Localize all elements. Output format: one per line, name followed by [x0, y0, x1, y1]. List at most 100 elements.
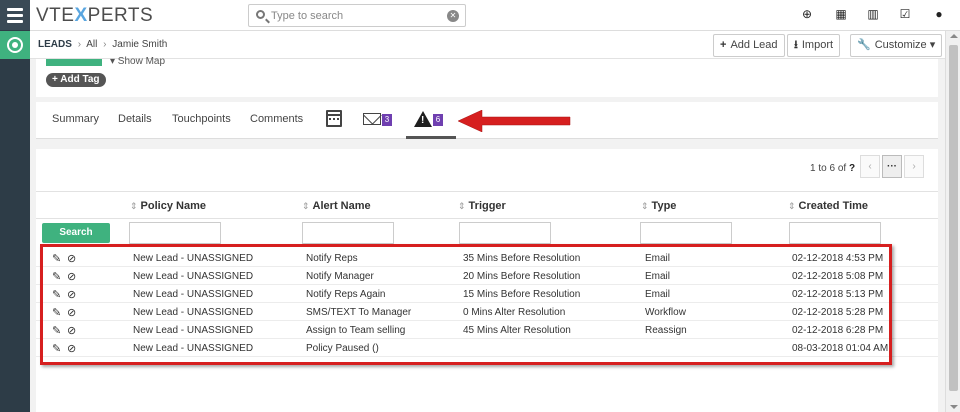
- tab-summary[interactable]: Summary: [52, 113, 99, 125]
- table-row[interactable]: ✎ ⊘ New Lead - UNASSIGNED Notify Manager…: [36, 267, 938, 285]
- pagination-info: 1 to 6 of ?: [810, 163, 856, 174]
- edit-pencil-icon[interactable]: ✎: [52, 288, 61, 301]
- page-scrollbar[interactable]: [945, 31, 960, 412]
- logo[interactable]: VTEXPERTS: [36, 5, 153, 27]
- tab-calendar-icon[interactable]: [326, 110, 342, 127]
- download-icon: ⭳: [794, 39, 798, 51]
- add-lead-button[interactable]: + Add Lead: [713, 34, 785, 57]
- breadcrumb-module[interactable]: LEADS: [38, 39, 72, 50]
- search-button[interactable]: Search: [42, 223, 110, 243]
- clear-search-icon[interactable]: ✕: [447, 10, 459, 22]
- cell-policy: New Lead - UNASSIGNED: [133, 325, 254, 336]
- attachment-icon[interactable]: ⊘: [67, 252, 76, 265]
- plus-icon: +: [720, 39, 727, 51]
- column-header-trigger[interactable]: ⇕ Trigger: [458, 200, 506, 212]
- checkbox-icon[interactable]: ☑: [898, 7, 912, 21]
- search-placeholder: Type to search: [271, 10, 344, 22]
- cell-type: Reassign: [645, 325, 687, 336]
- cell-alert: Policy Paused (): [306, 343, 379, 354]
- tab-mail-icon[interactable]: [363, 113, 381, 125]
- plus-circle-icon[interactable]: ⊕: [800, 7, 814, 21]
- cell-trigger: 35 Mins Before Resolution: [463, 253, 581, 264]
- edit-pencil-icon[interactable]: ✎: [52, 324, 61, 337]
- cell-policy: New Lead - UNASSIGNED: [133, 343, 254, 354]
- filter-type-select[interactable]: [640, 222, 732, 244]
- breadcrumb-all[interactable]: All: [86, 39, 97, 50]
- column-header-created-time[interactable]: ⇕ Created Time: [788, 200, 868, 212]
- bar-chart-icon[interactable]: ▥: [866, 7, 880, 21]
- breadcrumb-bar: LEADS › All › Jamie Smith + Add Lead ⭳ Imp…: [30, 31, 960, 59]
- cell-type: Workflow: [645, 307, 686, 318]
- cell-created: 02-12-2018 5:08 PM: [792, 271, 884, 282]
- table-row[interactable]: ✎ ⊘ New Lead - UNASSIGNED Notify Reps Ag…: [36, 285, 938, 303]
- record-status-bar: [46, 59, 102, 66]
- cell-alert: Notify Manager: [306, 271, 374, 282]
- filter-trigger-input[interactable]: [459, 222, 551, 244]
- cell-alert: Notify Reps: [306, 253, 358, 264]
- attachment-icon[interactable]: ⊘: [67, 324, 76, 337]
- global-search-input[interactable]: Type to search ✕: [248, 4, 466, 27]
- attachment-icon[interactable]: ⊘: [67, 306, 76, 319]
- tab-comments[interactable]: Comments: [250, 113, 303, 125]
- show-map-link[interactable]: ▾ Show Map: [110, 56, 165, 67]
- menu-icon[interactable]: [0, 0, 30, 30]
- alerts-panel: 1 to 6 of ? ‹ ··· › ⇕ Policy Name ⇕ Alert …: [36, 149, 938, 412]
- mail-count-badge: 3: [382, 114, 392, 126]
- tab-alerts[interactable]: 6: [406, 102, 456, 139]
- calendar-icon[interactable]: ▦: [834, 7, 848, 21]
- cell-policy: New Lead - UNASSIGNED: [133, 307, 254, 318]
- breadcrumb: LEADS › All › Jamie Smith: [38, 39, 168, 50]
- table-row[interactable]: ✎ ⊘ New Lead - UNASSIGNED Policy Paused …: [36, 339, 938, 357]
- column-header-alert-name[interactable]: ⇕ Alert Name: [302, 200, 371, 212]
- cell-policy: New Lead - UNASSIGNED: [133, 271, 254, 282]
- search-icon: [256, 10, 265, 19]
- edit-pencil-icon[interactable]: ✎: [52, 342, 61, 355]
- wrench-icon: 🔧: [857, 39, 871, 51]
- filter-alert-name-input[interactable]: [302, 222, 394, 244]
- edit-pencil-icon[interactable]: ✎: [52, 270, 61, 283]
- breadcrumb-record: Jamie Smith: [112, 39, 168, 50]
- cell-created: 02-12-2018 5:28 PM: [792, 307, 884, 318]
- cell-created: 02-12-2018 6:28 PM: [792, 325, 884, 336]
- table-header: ⇕ Policy Name ⇕ Alert Name ⇕ Trigger ⇕ Type …: [36, 191, 938, 219]
- cell-alert: Notify Reps Again: [306, 289, 386, 300]
- edit-pencil-icon[interactable]: ✎: [52, 252, 61, 265]
- left-rail: [0, 0, 30, 412]
- prev-page-button[interactable]: ‹: [860, 155, 880, 178]
- user-icon[interactable]: ●: [932, 7, 946, 21]
- column-header-type[interactable]: ⇕ Type: [641, 200, 676, 212]
- cell-trigger: 45 Mins Alter Resolution: [463, 325, 571, 336]
- import-button[interactable]: ⭳ Import: [787, 34, 841, 57]
- tab-details[interactable]: Details: [118, 113, 152, 125]
- filter-row: Search: [36, 219, 938, 249]
- scroll-down-icon[interactable]: [950, 405, 958, 409]
- cell-alert: SMS/TEXT To Manager: [306, 307, 412, 318]
- attachment-icon[interactable]: ⊘: [67, 270, 76, 283]
- record-summary: ▾ Show Map + Add Tag: [36, 56, 938, 97]
- table-row[interactable]: ✎ ⊘ New Lead - UNASSIGNED Notify Reps 35…: [36, 249, 938, 267]
- module-icon[interactable]: [0, 31, 30, 59]
- more-pages-button[interactable]: ···: [882, 155, 902, 178]
- total-count-link[interactable]: ?: [849, 163, 855, 174]
- filter-policy-name-input[interactable]: [129, 222, 221, 244]
- cell-type: Email: [645, 289, 671, 300]
- scroll-up-icon[interactable]: [950, 34, 958, 38]
- table-row[interactable]: ✎ ⊘ New Lead - UNASSIGNED SMS/TEXT To Ma…: [36, 303, 938, 321]
- scroll-thumb[interactable]: [949, 45, 958, 391]
- table-row[interactable]: ✎ ⊘ New Lead - UNASSIGNED Assign to Team…: [36, 321, 938, 339]
- top-header: VTEXPERTS Type to search ✕ ⊕ ▦ ▥ ☑ ●: [30, 0, 960, 31]
- add-tag-button[interactable]: + Add Tag: [46, 73, 106, 87]
- filter-created-time-input[interactable]: [789, 222, 881, 244]
- customize-button[interactable]: 🔧 Customize ▾: [850, 34, 943, 57]
- tab-touchpoints[interactable]: Touchpoints: [172, 113, 231, 125]
- cell-type: Email: [645, 271, 671, 282]
- annotation-arrow-icon: [458, 110, 571, 132]
- cell-created: 02-12-2018 5:13 PM: [792, 289, 884, 300]
- attachment-icon[interactable]: ⊘: [67, 342, 76, 355]
- cell-alert: Assign to Team selling: [306, 325, 406, 336]
- next-page-button[interactable]: ›: [904, 155, 924, 178]
- edit-pencil-icon[interactable]: ✎: [52, 306, 61, 319]
- column-header-policy-name[interactable]: ⇕ Policy Name: [130, 200, 206, 212]
- attachment-icon[interactable]: ⊘: [67, 288, 76, 301]
- cell-policy: New Lead - UNASSIGNED: [133, 253, 254, 264]
